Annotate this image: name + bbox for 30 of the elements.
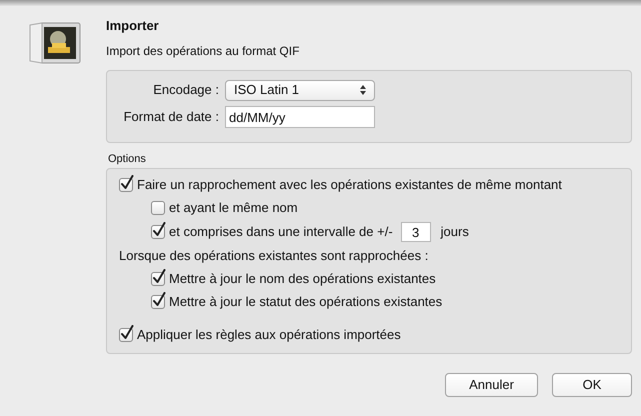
checkbox[interactable] xyxy=(151,295,165,309)
stepper-icon xyxy=(360,85,366,95)
dialog-subtitle: Import des opérations au format QIF xyxy=(106,43,300,60)
ok-button[interactable]: OK xyxy=(552,373,632,397)
checkbox[interactable] xyxy=(151,201,165,215)
checkbox[interactable] xyxy=(151,272,165,286)
checkbox[interactable] xyxy=(151,225,165,239)
date-format-label: Format de date : xyxy=(122,108,220,126)
checkmark-icon xyxy=(152,292,166,308)
checkmark-icon xyxy=(120,175,134,191)
section-label: Lorsque des opérations existantes sont rapprochées : xyxy=(119,247,430,265)
unit-label: jours xyxy=(440,223,469,242)
days-field[interactable]: 3 xyxy=(400,222,431,242)
checkmark-icon xyxy=(152,269,166,285)
checkmark-icon xyxy=(120,325,134,341)
checkbox[interactable] xyxy=(119,328,133,342)
date-format-field[interactable]: dd/MM/yy xyxy=(225,106,375,128)
checkbox[interactable] xyxy=(119,178,133,192)
checkbox-label: Appliquer les règles aux opérations importées xyxy=(137,326,401,344)
checkbox-label: Faire un rapprochement avec les opérations existantes de même montant xyxy=(137,176,562,194)
cancel-button[interactable]: Annuler xyxy=(445,373,538,397)
dialog-title: Importer xyxy=(106,17,160,35)
checkbox-label: Mettre à jour le statut des opérations existantes xyxy=(169,293,442,312)
checkbox-label: et comprises dans une intervalle de +/- xyxy=(169,223,393,242)
encoding-select[interactable]: ISO Latin 1 xyxy=(225,80,375,100)
checkmark-icon xyxy=(152,222,166,238)
checkbox-label: Mettre à jour le nom des opérations existantes xyxy=(169,270,436,288)
checkbox-label: et ayant le même nom xyxy=(169,199,298,218)
options-label: Options xyxy=(107,152,147,166)
encoding-label: Encodage : xyxy=(152,81,220,100)
